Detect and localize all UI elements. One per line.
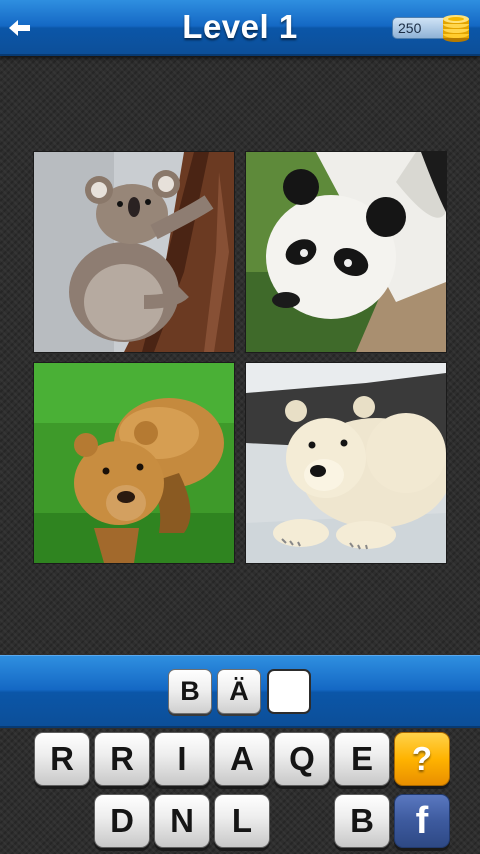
answer-slot-3[interactable]: [267, 669, 311, 714]
gold-coin-stack-icon: [443, 15, 469, 42]
facebook-share-button[interactable]: f: [394, 794, 450, 848]
polar-bear-image: [246, 363, 446, 563]
letter-key[interactable]: A: [214, 732, 270, 786]
letter-key[interactable]: R: [94, 732, 150, 786]
panda-image: [246, 152, 446, 352]
hint-button[interactable]: ?: [394, 732, 450, 786]
letter-key[interactable]: E: [334, 732, 390, 786]
photo-polar-bear[interactable]: [246, 363, 446, 563]
photo-brown-bear[interactable]: [34, 363, 234, 563]
letter-key[interactable]: R: [34, 732, 90, 786]
letter-key[interactable]: I: [154, 732, 210, 786]
letter-key[interactable]: B: [334, 794, 390, 848]
coin-count: 250: [398, 20, 422, 36]
letter-key[interactable]: N: [154, 794, 210, 848]
answer-slot-2[interactable]: Ä: [217, 669, 261, 714]
letter-key[interactable]: L: [214, 794, 270, 848]
letter-key[interactable]: D: [94, 794, 150, 848]
letter-key[interactable]: Q: [274, 732, 330, 786]
answer-slot-1[interactable]: B: [168, 669, 212, 714]
brown-bear-image: [34, 363, 234, 563]
koala-image: [34, 152, 234, 352]
photo-koala[interactable]: [34, 152, 234, 352]
top-bar: Level 1 250: [0, 0, 480, 56]
photo-panda[interactable]: [246, 152, 446, 352]
